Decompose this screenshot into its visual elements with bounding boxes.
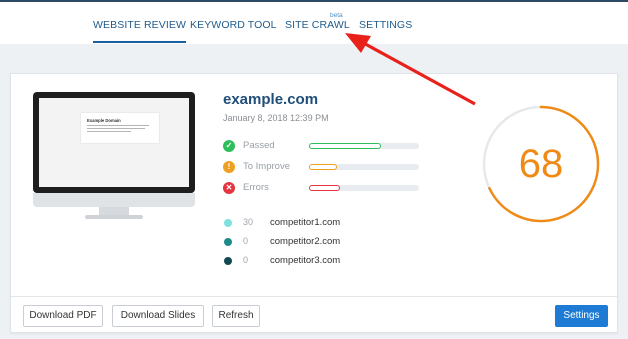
check-icon: ✓ [223, 140, 235, 152]
status-bar-fill [309, 143, 381, 149]
competitor-dot-icon [224, 257, 232, 265]
exclamation-icon: ! [223, 161, 235, 173]
competitor-count: 0 [243, 255, 249, 265]
competitor-count: 30 [243, 217, 254, 227]
tab-keyword-tool[interactable]: KEYWORD TOOL [190, 19, 277, 31]
monitor-stand [99, 207, 129, 215]
x-icon: ✕ [223, 182, 235, 194]
preview-page: Example Domain [81, 113, 159, 143]
tab-settings[interactable]: SETTINGS [359, 19, 412, 31]
download-pdf-button[interactable]: Download PDF [23, 305, 103, 327]
preview-text-line [87, 128, 145, 130]
competitor-name: competitor2.com [270, 236, 341, 247]
tab-website-review[interactable]: WEBSITE REVIEW [93, 19, 186, 43]
website-review-card: Example Domain example.com January 8, 20… [10, 73, 618, 333]
preview-text-line [87, 125, 149, 127]
monitor-screen-frame: Example Domain [33, 92, 195, 193]
competitor-dot-icon [224, 238, 232, 246]
preview-text-line [87, 131, 131, 133]
refresh-button[interactable]: Refresh [212, 305, 260, 327]
tab-site-crawl[interactable]: SITE CRAWL [285, 19, 350, 31]
top-nav: WEBSITE REVIEW KEYWORD TOOL SITE CRAWL b… [0, 2, 628, 44]
website-screenshot: Example Domain [39, 98, 189, 187]
monitor-chin [33, 193, 195, 207]
download-slides-button[interactable]: Download Slides [112, 305, 204, 327]
beta-badge: beta [330, 12, 343, 19]
monitor-base [85, 215, 143, 219]
status-label: To Improve [243, 161, 290, 172]
status-bar-track [309, 185, 419, 191]
score-value: 68 [518, 142, 564, 186]
status-bar-track [309, 143, 419, 149]
preview-page-title: Example Domain [87, 118, 121, 123]
competitor-name: competitor3.com [270, 255, 341, 266]
competitor-name: competitor1.com [270, 217, 341, 228]
score-gauge: 68 [481, 104, 601, 224]
review-date: January 8, 2018 12:39 PM [223, 113, 329, 123]
status-bar-fill [309, 185, 340, 191]
competitor-count: 0 [243, 236, 249, 246]
website-preview-monitor: Example Domain [33, 92, 195, 222]
domain-title: example.com [223, 91, 319, 108]
footer-divider [11, 296, 617, 297]
settings-button[interactable]: Settings [555, 305, 608, 327]
status-bar-fill [309, 164, 337, 170]
status-label: Errors [243, 182, 269, 193]
status-label: Passed [243, 140, 275, 151]
competitor-dot-icon [224, 219, 232, 227]
status-bar-track [309, 164, 419, 170]
